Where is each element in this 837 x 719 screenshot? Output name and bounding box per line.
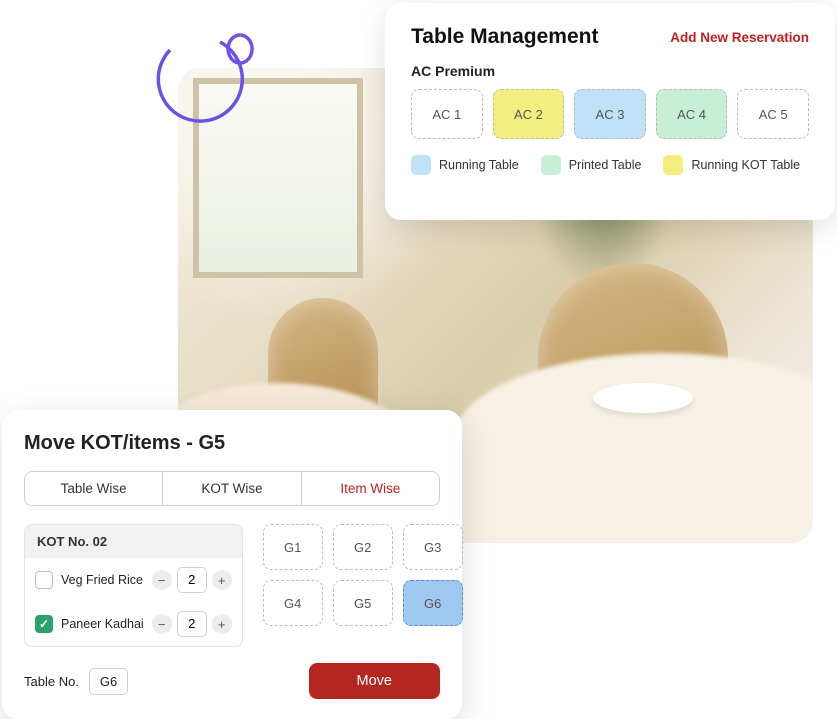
target-g2[interactable]: G2 <box>333 524 393 570</box>
section-label: AC Premium <box>411 63 809 79</box>
add-new-reservation-link[interactable]: Add New Reservation <box>670 30 809 45</box>
table-chip-ac3[interactable]: AC 3 <box>574 89 646 139</box>
tab-item-wise[interactable]: Item Wise <box>302 472 439 505</box>
target-g4[interactable]: G4 <box>263 580 323 626</box>
increment-button[interactable]: + <box>212 614 232 634</box>
item-name: Paneer Kadhai <box>61 617 144 631</box>
table-chip-ac1[interactable]: AC 1 <box>411 89 483 139</box>
quantity-value[interactable]: 2 <box>177 611 207 637</box>
target-g3[interactable]: G3 <box>403 524 463 570</box>
swatch-running <box>411 155 431 175</box>
quantity-stepper: − 2 + <box>152 611 232 637</box>
item-row-paneer-kadhai: Paneer Kadhai − 2 + <box>25 602 242 646</box>
decrement-button[interactable]: − <box>152 614 172 634</box>
item-name: Veg Fried Rice <box>61 573 144 587</box>
move-button[interactable]: Move <box>309 663 440 699</box>
target-g5[interactable]: G5 <box>333 580 393 626</box>
tab-table-wise[interactable]: Table Wise <box>25 472 163 505</box>
swatch-kot <box>663 155 683 175</box>
target-g6[interactable]: G6 <box>403 580 463 626</box>
move-kot-card: Move KOT/items - G5 Table Wise KOT Wise … <box>2 410 462 719</box>
table-management-title: Table Management <box>411 25 598 49</box>
legend-running-label: Running Table <box>439 158 519 172</box>
legend-kot-label: Running KOT Table <box>691 158 800 172</box>
swatch-printed <box>541 155 561 175</box>
target-table-grid: G1 G2 G3 G4 G5 G6 <box>263 524 463 626</box>
quantity-stepper: − 2 + <box>152 567 232 593</box>
decrement-button[interactable]: − <box>152 570 172 590</box>
table-chip-ac4[interactable]: AC 4 <box>656 89 728 139</box>
table-management-card: Table Management Add New Reservation AC … <box>385 3 835 220</box>
tables-row: AC 1 AC 2 AC 3 AC 4 AC 5 <box>411 89 809 139</box>
legend-printed-label: Printed Table <box>569 158 642 172</box>
legend-kot: Running KOT Table <box>663 155 800 175</box>
table-no-value[interactable]: G6 <box>89 668 128 695</box>
legend-row: Running Table Printed Table Running KOT … <box>411 155 809 175</box>
legend-printed: Printed Table <box>541 155 642 175</box>
table-no-label: Table No. <box>24 674 79 689</box>
table-chip-ac2[interactable]: AC 2 <box>493 89 565 139</box>
table-no-group: Table No. G6 <box>24 668 128 695</box>
mode-tabs: Table Wise KOT Wise Item Wise <box>24 471 440 506</box>
increment-button[interactable]: + <box>212 570 232 590</box>
kot-box: KOT No. 02 Veg Fried Rice − 2 + Paneer K… <box>24 524 243 647</box>
item-row-veg-fried-rice: Veg Fried Rice − 2 + <box>25 558 242 602</box>
tab-kot-wise[interactable]: KOT Wise <box>163 472 301 505</box>
kot-header: KOT No. 02 <box>25 525 242 558</box>
checkbox-paneer-kadhai[interactable] <box>35 615 53 633</box>
checkbox-veg-fried-rice[interactable] <box>35 571 53 589</box>
legend-running: Running Table <box>411 155 519 175</box>
move-kot-title: Move KOT/items - G5 <box>24 432 440 455</box>
quantity-value[interactable]: 2 <box>177 567 207 593</box>
target-g1[interactable]: G1 <box>263 524 323 570</box>
table-chip-ac5[interactable]: AC 5 <box>737 89 809 139</box>
